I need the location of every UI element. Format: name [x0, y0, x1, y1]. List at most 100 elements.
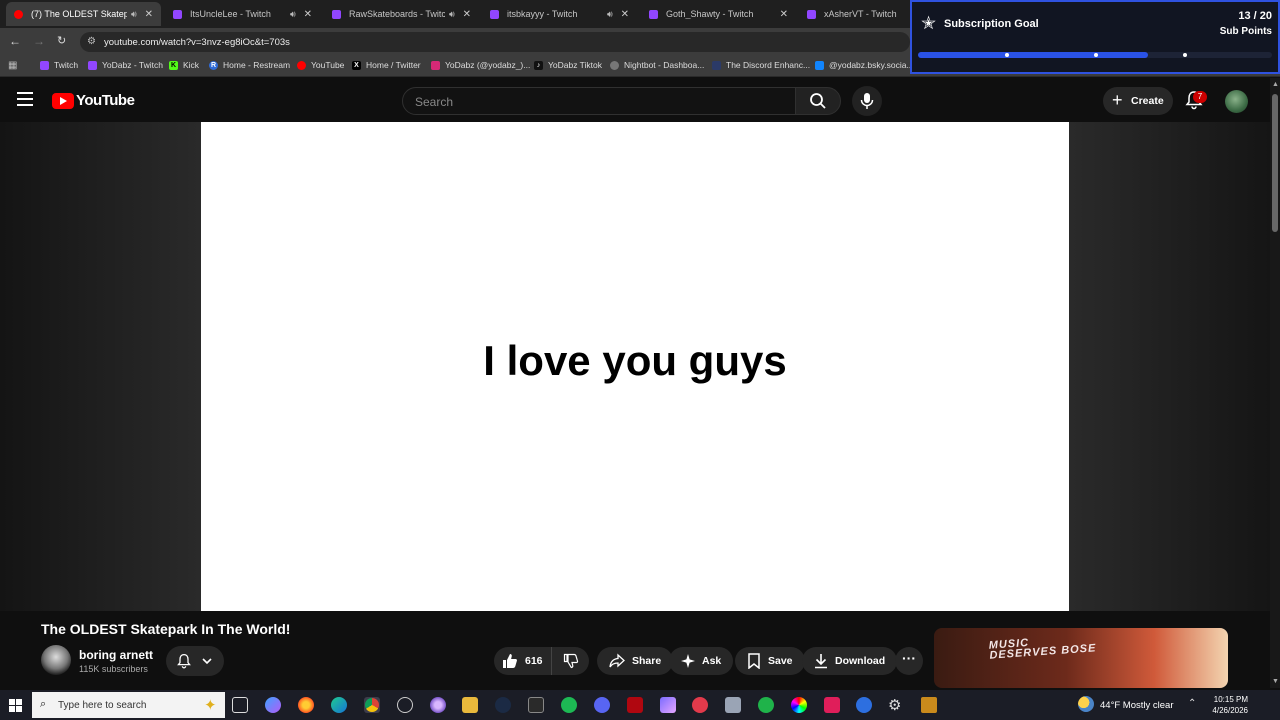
- url-field[interactable]: ⚙︎ youtube.com/watch?v=3nvz-eg8iOc&t=703…: [80, 32, 910, 52]
- tab-title: xAsherVT - Twitch: [824, 9, 897, 19]
- bookmark-twitch[interactable]: Twitch: [40, 60, 78, 70]
- tab-title: ItsUncleLee - Twitch: [190, 9, 271, 19]
- bose-ad-thumbnail[interactable]: MUSIC DESERVES BOSE: [934, 628, 1228, 688]
- ea-icon[interactable]: [856, 697, 872, 713]
- dislike-button[interactable]: [552, 653, 589, 669]
- close-tab-icon[interactable]: ✕: [463, 9, 471, 20]
- task-view-icon[interactable]: [232, 697, 248, 713]
- bookmark-label: YoDabz (@yodabz_)...: [445, 60, 531, 70]
- bookmark-kick[interactable]: K Kick: [169, 60, 199, 70]
- bookmark-instagram[interactable]: YoDabz (@yodabz_)...: [431, 60, 530, 70]
- pen-app-icon[interactable]: [660, 697, 676, 713]
- obs-icon[interactable]: [397, 697, 413, 713]
- tiktok-app-icon[interactable]: [824, 697, 840, 713]
- app-gray-icon[interactable]: [725, 697, 741, 713]
- bookmark-nightbot[interactable]: Nightbot - Dashboa...: [610, 60, 704, 70]
- chrome-icon-wrapper[interactable]: [364, 697, 380, 713]
- spotify-icon[interactable]: [561, 697, 577, 713]
- tray-chevron-up-icon[interactable]: ⌃: [1188, 698, 1196, 709]
- speaker-icon[interactable]: 🔊︎: [449, 9, 455, 20]
- x-icon: X: [352, 60, 361, 70]
- windows-start-icon[interactable]: [9, 699, 22, 712]
- back-arrow-icon[interactable]: ←: [9, 34, 21, 48]
- youtube-wordmark: YouTube: [76, 92, 135, 109]
- more-actions-button[interactable]: ···: [895, 647, 923, 675]
- steam-icon[interactable]: [495, 697, 511, 713]
- scroll-down-icon[interactable]: ▼: [1272, 678, 1279, 685]
- create-button[interactable]: + Create: [1103, 87, 1173, 115]
- browser-tab[interactable]: xAsherVT - Twitch: [799, 2, 909, 26]
- ask-label: Ask: [702, 655, 722, 667]
- subscription-notifications-button[interactable]: [166, 646, 224, 676]
- browser-tab[interactable]: Goth_Shawty - Twitch ✕: [641, 2, 796, 26]
- speaker-icon[interactable]: 🔊︎: [607, 9, 613, 20]
- twitch-icon: [88, 60, 97, 70]
- taskbar-search-input[interactable]: ⌕ Type here to search ✦: [32, 692, 225, 718]
- reload-icon[interactable]: ↻: [57, 34, 66, 47]
- browser-tab-active[interactable]: (7) The OLDEST Skatepark I 🔊︎ ✕: [6, 2, 161, 26]
- forward-arrow-icon[interactable]: →: [33, 34, 45, 48]
- system-clock[interactable]: 10:15 PM 4/26/2026: [1200, 694, 1248, 716]
- bookmark-twitter[interactable]: X Home / Twitter: [352, 60, 421, 70]
- color-wheel-icon[interactable]: [791, 697, 807, 713]
- download-button[interactable]: Download: [802, 647, 898, 675]
- close-tab-icon[interactable]: ✕: [621, 9, 629, 20]
- video-frame[interactable]: I love you guys: [201, 122, 1069, 611]
- search-button[interactable]: [795, 87, 841, 115]
- close-tab-icon[interactable]: ✕: [145, 9, 153, 20]
- bookmark-bluesky[interactable]: @yodabz.bsky.socia...: [815, 60, 914, 70]
- copilot-icon[interactable]: [265, 697, 281, 713]
- settings-gear-icon[interactable]: ⚙︎: [888, 697, 904, 714]
- save-button[interactable]: Save: [735, 647, 805, 675]
- twitch-icon: [40, 60, 49, 70]
- discord-icon[interactable]: [594, 697, 610, 713]
- epic-games-icon[interactable]: [528, 697, 544, 713]
- apps-grid-icon[interactable]: ▦: [8, 60, 17, 71]
- bookmark-yodabz-twitch[interactable]: YoDabz - Twitch: [88, 60, 163, 70]
- close-tab-icon[interactable]: ✕: [780, 9, 788, 20]
- microphone-icon: [860, 93, 874, 109]
- account-avatar[interactable]: [1225, 90, 1248, 113]
- like-button[interactable]: 616: [494, 647, 552, 675]
- page-scrollbar[interactable]: ▲ ▼: [1270, 78, 1280, 688]
- app-orange-icon[interactable]: [921, 697, 937, 713]
- goal-milestone-marker: [1005, 53, 1009, 57]
- ask-button[interactable]: Ask: [669, 647, 734, 675]
- close-tab-icon[interactable]: ✕: [304, 9, 312, 20]
- edge-icon[interactable]: [331, 697, 347, 713]
- bookmark-restream[interactable]: R Home - Restream: [209, 60, 290, 70]
- save-label: Save: [768, 655, 793, 667]
- goal-unit: Sub Points: [1219, 26, 1272, 37]
- channel-name[interactable]: boring arnett: [79, 648, 153, 662]
- browser-tab[interactable]: ItsUncleLee - Twitch 🔊︎ ✕: [165, 2, 320, 26]
- weather-icon[interactable]: [1078, 696, 1094, 712]
- like-count: 616: [525, 655, 543, 667]
- app-red-icon[interactable]: [627, 697, 643, 713]
- file-explorer-icon[interactable]: [462, 697, 478, 713]
- youtube-logo[interactable]: YouTube: [52, 92, 135, 109]
- browser-tab[interactable]: RawSkateboards - Twitch 🔊︎ ✕: [324, 2, 479, 26]
- channel-avatar[interactable]: [41, 645, 71, 675]
- scroll-up-icon[interactable]: ▲: [1272, 81, 1279, 88]
- share-button[interactable]: Share: [597, 647, 674, 675]
- taskbar-search-placeholder: Type here to search: [58, 700, 147, 711]
- menu-icon[interactable]: [17, 92, 33, 106]
- voice-search-button[interactable]: [852, 86, 882, 116]
- bookmark-youtube[interactable]: YouTube: [297, 60, 344, 70]
- ad-text: MUSIC DESERVES BOSE: [988, 636, 1097, 662]
- site-info-icon[interactable]: ⚙︎: [87, 36, 96, 47]
- speaker-icon[interactable]: 🔊︎: [290, 9, 296, 20]
- search-input[interactable]: Search: [402, 87, 796, 115]
- app-green-icon[interactable]: [758, 697, 774, 713]
- firefox-icon[interactable]: [298, 697, 314, 713]
- video-player[interactable]: I love you guys: [0, 122, 1270, 611]
- bookmark-discord-enhance[interactable]: The Discord Enhanc...: [712, 60, 810, 70]
- bookmark-tiktok[interactable]: ♪ YoDabz Tiktok: [534, 60, 602, 70]
- speaker-icon[interactable]: 🔊︎: [131, 9, 137, 20]
- app-icon[interactable]: [430, 697, 446, 713]
- scrollbar-thumb[interactable]: [1272, 94, 1278, 232]
- nightbot-icon: [610, 60, 619, 70]
- browser-tab[interactable]: itsbkayyy - Twitch 🔊︎ ✕: [482, 2, 637, 26]
- app-circle-icon[interactable]: [692, 697, 708, 713]
- weather-text[interactable]: 44°F Mostly clear: [1100, 700, 1174, 711]
